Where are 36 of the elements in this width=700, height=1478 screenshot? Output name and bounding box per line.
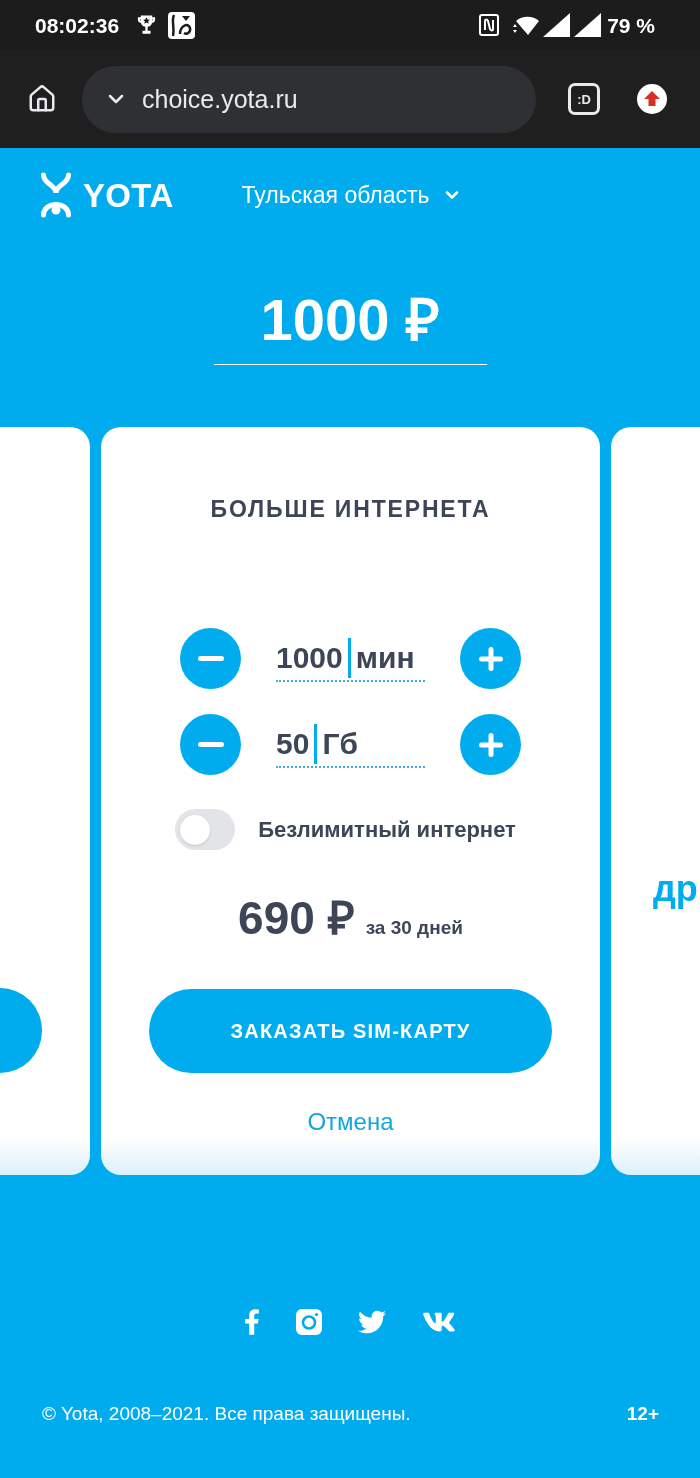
instagram-icon[interactable]: [296, 1309, 322, 1335]
plus-icon: [478, 646, 503, 671]
minus-icon: [197, 742, 224, 747]
amount-input[interactable]: 50 Гб: [276, 721, 425, 768]
app-icon: [168, 11, 196, 39]
tab-switcher-button[interactable]: :D: [568, 83, 600, 115]
url-text: choice.yota.ru: [142, 86, 298, 112]
signal-icon: [574, 13, 602, 37]
twitter-icon[interactable]: [358, 1308, 386, 1336]
home-icon[interactable]: [27, 84, 57, 114]
logo-text: YOTA: [83, 178, 174, 212]
nfc-icon: [479, 14, 500, 36]
toggle-switch[interactable]: [175, 809, 236, 850]
card-title: др: [653, 867, 699, 911]
battery-text: 79 %: [607, 14, 655, 36]
signal-icon: [543, 13, 571, 37]
clock-text: 08:02:36: [35, 14, 120, 36]
age-rating: 12+: [626, 1403, 659, 1425]
plus-icon: [478, 732, 503, 757]
facebook-icon[interactable]: [244, 1309, 260, 1335]
copyright-text: © Yota, 2008–2021. Все права защищены.: [42, 1403, 411, 1425]
increase-button[interactable]: [460, 628, 521, 689]
price-text: 690 ₽: [238, 892, 355, 944]
wifi-icon: [511, 14, 540, 36]
toggle-label: Безлимитный интернет: [258, 818, 516, 841]
period-text: за 30 дней: [365, 918, 463, 937]
decrease-button[interactable]: [180, 628, 241, 689]
minus-icon: [197, 656, 224, 661]
amount-input[interactable]: 1000 мин: [276, 635, 425, 682]
card-title: БОЛЬШЕ ИНТЕРНЕТА: [210, 495, 491, 523]
increase-button[interactable]: [460, 714, 521, 775]
address-bar[interactable]: choice.yota.ru: [82, 65, 536, 133]
decrease-button[interactable]: [180, 714, 241, 775]
text-cursor-icon: [347, 637, 351, 678]
text-cursor-icon: [314, 723, 318, 764]
logo-icon: [40, 172, 72, 218]
